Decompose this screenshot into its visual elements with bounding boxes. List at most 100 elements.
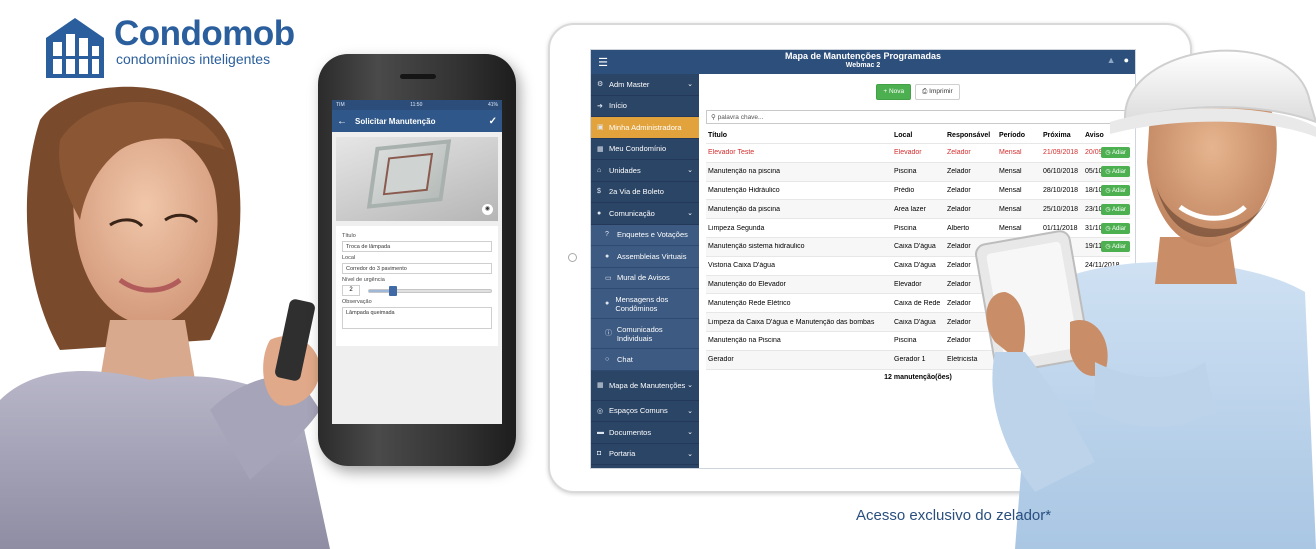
- brand-tagline: condomínios inteligentes: [116, 51, 271, 67]
- sidebar-item[interactable]: ▦ Mapa de Manutenções ⌄: [591, 371, 699, 401]
- titulo-label: Título: [342, 233, 356, 239]
- cell-titulo: Vistoria Caixa D'água: [708, 262, 775, 270]
- sign-in-icon: ➜: [597, 102, 603, 110]
- phone-speaker: [400, 74, 436, 79]
- briefcase-icon: ▣: [597, 124, 604, 132]
- promo-banner: Condomob condomínios inteligentes TIM 11…: [0, 0, 1316, 549]
- column-header[interactable]: Local: [894, 132, 947, 139]
- phone-screen-title: Solicitar Manutenção: [355, 116, 436, 126]
- sidebar-item[interactable]: ● Comunicação ⌄: [591, 203, 699, 225]
- cell-titulo: Manutenção na Piscina: [708, 337, 781, 345]
- sidebar-item-label: Enquetes e Votações: [617, 230, 688, 240]
- sidebar-item[interactable]: ● Assembleias Virtuais: [591, 246, 699, 268]
- camera-icon[interactable]: ◉: [482, 204, 493, 215]
- chevron-down-icon[interactable]: ⌄: [687, 80, 693, 88]
- print-button-label: Imprimir: [929, 88, 953, 95]
- sidebar-item[interactable]: $2a Via de Boleto: [591, 182, 699, 203]
- sidebar-item-label: Unidades: [609, 165, 641, 175]
- sidebar-item[interactable]: ◎ Espaços Comuns ⌄: [591, 401, 699, 422]
- sidebar-item-label: Assembleias Virtuais: [617, 251, 687, 261]
- confirm-check-icon[interactable]: ✓: [489, 116, 497, 127]
- sidebar-item-label: Comunicação: [609, 208, 655, 218]
- cell-local: Gerador 1: [894, 356, 926, 364]
- cell-local: Piscina: [894, 224, 917, 232]
- chat-icon: ○: [605, 355, 610, 363]
- titulo-field[interactable]: Troca de lâmpada: [342, 241, 492, 252]
- local-field[interactable]: Corredor do 3 pavimento: [342, 263, 492, 274]
- sidebar-item-label: Mapa de Manutenções: [609, 380, 686, 390]
- cell-local: Caixa D'água: [894, 262, 936, 270]
- shield-icon: ◘: [597, 450, 602, 458]
- urgencia-slider-thumb[interactable]: [389, 285, 398, 296]
- clock-label: 11:50: [410, 102, 423, 108]
- brand-logo[interactable]: Condomob condomínios inteligentes: [44, 16, 295, 78]
- board-icon: ▭: [605, 274, 612, 282]
- cell-titulo: Manutenção sistema hidraulico: [708, 243, 805, 251]
- chevron-down-icon[interactable]: ⌄: [687, 209, 693, 217]
- cell-local: Elevador: [894, 280, 922, 288]
- urgencia-value[interactable]: 2: [342, 285, 360, 296]
- sidebar-item[interactable]: ▦ Meu Condomínio: [591, 139, 699, 160]
- observacao-field[interactable]: Lâmpada queimada: [342, 307, 492, 329]
- back-arrow-icon[interactable]: ←: [337, 116, 347, 127]
- cell-titulo: Manutenção na piscina: [708, 168, 780, 176]
- cell-local: Prédio: [894, 186, 915, 194]
- search-placeholder: palavra chave...: [717, 114, 764, 121]
- cell-titulo: Manutenção do Elevador: [708, 280, 786, 288]
- circle-icon: ◎: [597, 407, 604, 415]
- worker-photo: [975, 22, 1316, 549]
- cell-titulo: Manutenção Hidráulico: [708, 186, 780, 194]
- building-logo-icon: [44, 16, 106, 78]
- lamp-photo: ◉: [336, 137, 498, 221]
- gears-icon: ⚙: [597, 81, 604, 89]
- sidebar-item[interactable]: ⌂ Unidades ⌄: [591, 160, 699, 182]
- sidebar-item[interactable]: ◘ Portaria ⌄: [591, 444, 699, 465]
- urgencia-label: Nível de urgência: [342, 277, 385, 283]
- sidebar-item-label: Meu Condomínio: [609, 144, 667, 154]
- sidebar-item[interactable]: ● Mensagens dos Condôminos: [591, 289, 699, 319]
- question-icon: ?: [605, 231, 609, 239]
- sidebar-item[interactable]: ▭ Mural de Avisos: [591, 267, 699, 289]
- chevron-down-icon[interactable]: ⌄: [687, 381, 693, 390]
- carrier-label: TIM: [336, 102, 345, 108]
- sidebar-item-label: Início: [609, 101, 627, 111]
- sidebar-item[interactable]: ➜ Início: [591, 96, 699, 117]
- dollar-icon: $: [597, 188, 601, 196]
- chevron-down-icon[interactable]: ⌄: [687, 166, 693, 174]
- sidebar-item-label: Comunicados Individuais: [616, 324, 663, 343]
- new-button[interactable]: + Nova: [876, 84, 912, 100]
- urgencia-slider[interactable]: [368, 285, 492, 296]
- chevron-down-icon[interactable]: ⌄: [687, 428, 693, 436]
- cell-titulo: Limpeza da Caixa D'água e Manutenção das…: [708, 318, 875, 326]
- battery-label: 41%: [487, 102, 498, 108]
- sidebar-item-label: Espaços Comuns: [609, 406, 668, 416]
- cell-local: Área lazer: [894, 205, 926, 213]
- local-label: Local: [342, 255, 356, 261]
- grid-icon: ▦: [597, 381, 604, 389]
- sidebar: ⚙ Adm Master ⌄ ➜ Início ▣ Minha Administradora…: [591, 74, 699, 468]
- sidebar-item[interactable]: ⓘ Comunicados Individuais: [591, 319, 699, 349]
- cell-local: Caixa de Rede: [894, 299, 941, 307]
- tablet-camera: [568, 253, 577, 262]
- sidebar-item[interactable]: ⚙ Adm Master ⌄: [591, 74, 699, 96]
- print-button[interactable]: ⎙ Imprimir: [915, 84, 960, 100]
- sidebar-item-label: Chat: [617, 354, 633, 364]
- phone-status-bar: TIM 11:50 41%: [332, 100, 502, 110]
- cell-local: Piscina: [894, 337, 917, 345]
- sidebar-item[interactable]: ▣ Minha Administradora: [591, 117, 699, 139]
- sidebar-item[interactable]: ▬ Documentos ⌄: [591, 422, 699, 444]
- cell-titulo: Manutenção da piscina: [708, 205, 780, 213]
- sidebar-item[interactable]: ○ Chat: [591, 349, 699, 371]
- phone-app-bar: ← Solicitar Manutenção ✓: [332, 110, 502, 132]
- sidebar-item[interactable]: ? Enquetes e Votações: [591, 224, 699, 246]
- sidebar-item-label: Documentos: [609, 427, 652, 437]
- cell-local: Piscina: [894, 168, 917, 176]
- cell-titulo: Elevador Teste: [708, 149, 755, 157]
- chevron-down-icon[interactable]: ⌄: [687, 407, 693, 415]
- chevron-down-icon[interactable]: ⌄: [687, 450, 693, 458]
- sidebar-item-label: Adm Master: [609, 79, 650, 89]
- sidebar-item-label: Mensagens dos Condôminos: [615, 294, 669, 313]
- column-header[interactable]: Título: [706, 132, 894, 139]
- brand-name: Condomob: [114, 14, 295, 53]
- home-icon: ⌂: [597, 166, 602, 174]
